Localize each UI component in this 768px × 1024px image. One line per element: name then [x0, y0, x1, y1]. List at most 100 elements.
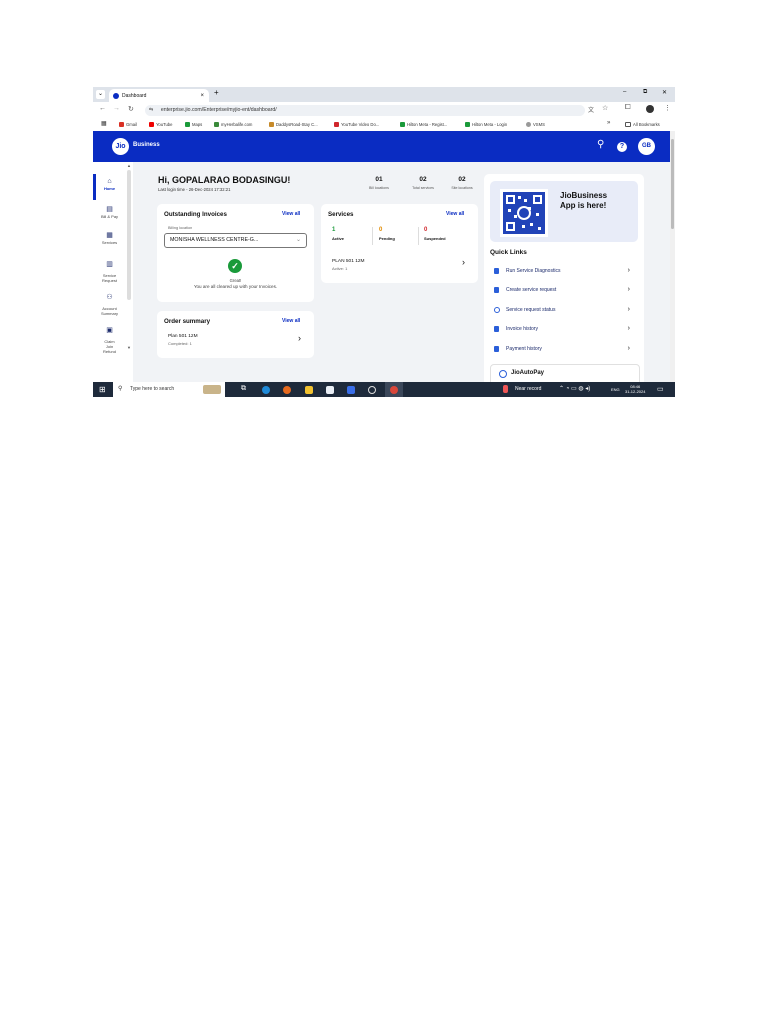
user-avatar[interactable]: GB: [638, 138, 655, 155]
forward-icon[interactable]: →: [113, 105, 120, 112]
clock-date: 31-12-2024: [625, 389, 646, 394]
billing-location-select[interactable]: MONISHA WELLNESS CENTRE-G... ⌄: [164, 233, 307, 248]
daddysroad-icon: [269, 122, 274, 127]
greeting-title: Hi, GOPALARAO BODASINGU!: [158, 175, 291, 185]
bookmark-maps[interactable]: Maps: [185, 122, 202, 127]
address-bar[interactable]: ⇆ enterprise.jio.com/Enterprise/myjio-en…: [145, 105, 585, 116]
browser-menu-icon[interactable]: ⋮: [664, 104, 671, 112]
extensions-icon[interactable]: ⧠: [625, 104, 631, 112]
app-promo-banner[interactable]: JioBusiness App is here!: [490, 181, 638, 242]
bookmarks-overflow-icon[interactable]: »: [607, 120, 610, 126]
apps-grid-icon[interactable]: ▦: [101, 120, 107, 127]
sidebar-item-label: Bill & Pay: [100, 214, 119, 219]
address-toolbar: ← → ↻ ⇆ enterprise.jio.com/Enterprise/my…: [93, 102, 675, 119]
search-highlight-image: [203, 385, 221, 394]
app-icon[interactable]: [368, 386, 376, 394]
maximize-button[interactable]: ⧉: [643, 89, 647, 96]
tab-search-button[interactable]: ⌄: [96, 90, 105, 99]
edge-icon[interactable]: [262, 386, 270, 394]
chevron-right-icon: ›: [627, 267, 630, 274]
task-view-icon[interactable]: ⧉: [241, 385, 246, 393]
scrollbar-thumb[interactable]: [671, 139, 674, 229]
quick-link-invoice-history[interactable]: Invoice history ›: [494, 325, 630, 335]
windows-start-icon[interactable]: ⊞: [99, 385, 106, 394]
quick-link-service-request-status[interactable]: Service request status ›: [494, 306, 630, 316]
site-info-icon[interactable]: ⇆: [149, 107, 153, 113]
bookmark-star-icon[interactable]: ☆: [602, 104, 608, 112]
refund-icon: ▣: [106, 327, 113, 334]
screenshot: ⌄ Dashboard × + – ⧉ ✕ ← → ↻ ⇆ enterprise…: [93, 87, 675, 397]
bookmark-herbalife[interactable]: myHerbalife.com: [214, 122, 252, 127]
sidebar-item-label: Service Request: [102, 273, 117, 283]
folder-icon: [625, 122, 631, 127]
autopay-icon: [499, 370, 507, 378]
tab-dashboard[interactable]: Dashboard ×: [109, 89, 209, 102]
language-indicator[interactable]: ENG: [611, 387, 620, 392]
bookmark-vsms[interactable]: VSMS: [526, 122, 545, 127]
sidebar-item-account-summary[interactable]: ⚇ Account Summary: [93, 290, 126, 316]
scroll-down-icon[interactable]: ▼: [127, 345, 131, 350]
services-view-all-link[interactable]: View all: [446, 211, 464, 217]
help-icon[interactable]: ?: [617, 142, 627, 152]
notification-icon[interactable]: ▭: [657, 385, 664, 393]
record-label[interactable]: Near record: [515, 386, 541, 392]
bookmark-daddysroad[interactable]: DaddysRoad-Stay C...: [269, 122, 318, 127]
sidebar-item-service-request[interactable]: ▥ Service Request: [93, 257, 126, 283]
quick-links-title: Quick Links: [490, 249, 527, 256]
bookmark-youtube[interactable]: YouTube: [149, 122, 172, 127]
orders-view-all-link[interactable]: View all: [282, 318, 300, 324]
page-scrollbar[interactable]: [670, 131, 675, 382]
minimize-button[interactable]: –: [623, 89, 626, 95]
close-window-button[interactable]: ✕: [662, 89, 667, 96]
mail-icon[interactable]: [326, 386, 334, 394]
bookmark-hilton-login[interactable]: Hilton Meta - Login: [465, 122, 507, 127]
firefox-icon[interactable]: [283, 386, 291, 394]
sidebar-item-label: Claim Join Refund: [103, 339, 116, 354]
payment-icon: [494, 346, 499, 352]
translate-icon[interactable]: 文: [588, 105, 594, 114]
sidebar-item-home[interactable]: ⌂ Home: [93, 178, 126, 191]
scroll-up-icon[interactable]: ▲: [127, 163, 131, 168]
quick-link-create-service-request[interactable]: Create service request ›: [494, 286, 630, 296]
quick-link-run-service-diagnostics[interactable]: Run Service Diagnostics ›: [494, 267, 630, 277]
sidebar-item-bill-pay[interactable]: ▤ Bill & Pay: [93, 205, 126, 219]
record-icon[interactable]: [503, 385, 508, 393]
file-explorer-icon[interactable]: [305, 386, 313, 394]
taskbar-search-box[interactable]: ⚲ Type here to search: [113, 382, 225, 397]
search-icon[interactable]: ⚲: [597, 139, 604, 150]
all-bookmarks[interactable]: All Bookmarks: [625, 122, 660, 127]
close-tab-icon[interactable]: ×: [200, 93, 204, 99]
bookmark-label: VSMS: [533, 122, 545, 127]
app-icon[interactable]: [347, 386, 355, 394]
invoices-view-all-link[interactable]: View all: [282, 211, 300, 217]
bookmark-label: DaddysRoad-Stay C...: [276, 122, 318, 127]
bookmark-gmail[interactable]: Gmail: [119, 122, 137, 127]
reload-icon[interactable]: ↻: [128, 105, 134, 113]
document-icon: ▥: [106, 261, 113, 268]
back-icon[interactable]: ←: [99, 105, 106, 112]
bookmark-hilton-register[interactable]: Hilton Meta - Regist...: [400, 122, 447, 127]
count-value: 1: [332, 227, 336, 233]
sidebar-scrollbar[interactable]: [127, 170, 131, 300]
profile-avatar-icon[interactable]: [646, 105, 654, 113]
jio-logo[interactable]: Jio: [112, 138, 129, 155]
invoice-status-text: You are all cleared up with your Invoice…: [193, 284, 278, 289]
invoice-icon: [494, 326, 499, 332]
tray-icons[interactable]: ⌃ ◔ ▭ ◍ ◂): [559, 385, 590, 392]
taskbar-clock[interactable]: 08:46 31-12-2024: [625, 384, 645, 394]
chrome-taskbar-button[interactable]: [385, 382, 403, 397]
sidebar-item-services[interactable]: ▦ Services: [93, 231, 126, 245]
sidebar-item-claim-join-refund[interactable]: ▣ Claim Join Refund: [93, 323, 126, 354]
plan-name: Plan 501 12M: [168, 334, 198, 339]
gmail-icon: [119, 122, 124, 127]
new-tab-button[interactable]: +: [214, 88, 219, 97]
order-plan-row[interactable]: Plan 501 12M Completed: 1 ›: [164, 331, 307, 351]
bookmark-youtube-downloader[interactable]: YouTube Video Do...: [334, 122, 379, 127]
stat-value: 02: [458, 176, 466, 183]
bill-icon: ▤: [106, 206, 113, 213]
windows-taskbar: ⊞ ⚲ Type here to search ⧉ Near record ⌃ …: [93, 382, 675, 397]
service-plan-row[interactable]: PLAN 501 12M Active: 1 ›: [328, 254, 471, 276]
quick-link-label: Run Service Diagnostics: [506, 268, 561, 274]
quick-link-payment-history[interactable]: Payment history ›: [494, 345, 630, 355]
bookmark-label: YouTube Video Do...: [341, 122, 380, 127]
